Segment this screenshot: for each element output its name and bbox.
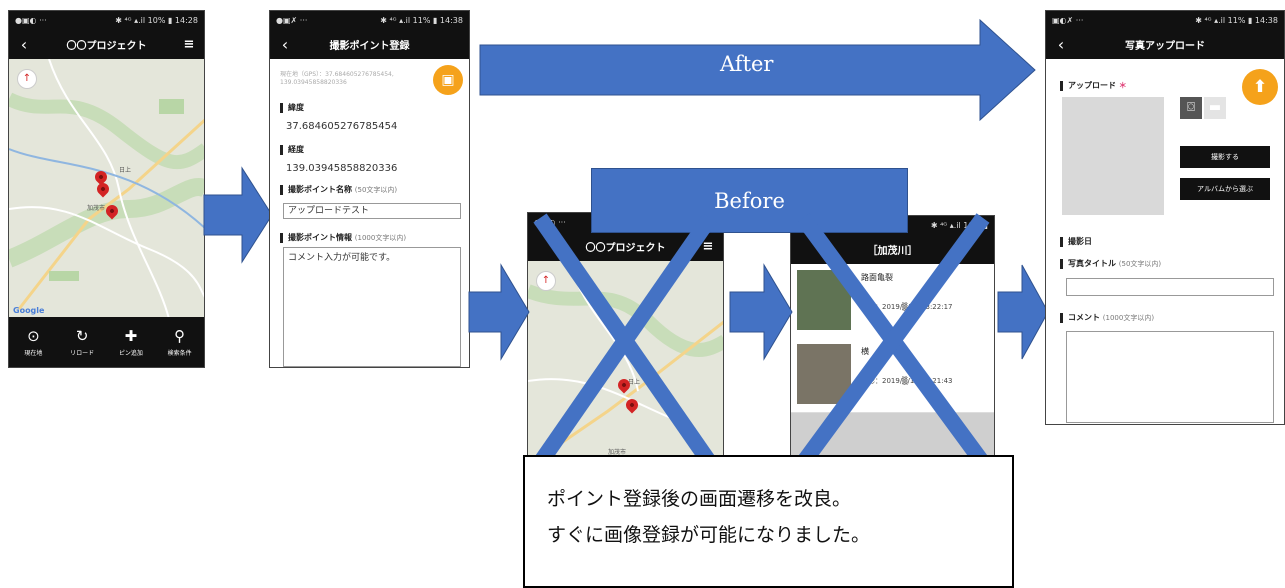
phone-point-registration: ●▣✗ ··· ✱ ⁴ᴳ ▴.il 11% ▮ 14:38 ‹ 撮影ポイント登録 … (269, 10, 470, 368)
back-icon[interactable]: ‹ (1046, 35, 1076, 54)
location-icon: ⊙ (27, 327, 40, 345)
app-bar: ‹ 〇〇プロジェクト ≡ (9, 29, 204, 59)
nav-label: 現在地 (24, 350, 43, 357)
shoot-button[interactable]: 撮影する (1180, 146, 1270, 168)
comment-textarea[interactable] (1066, 331, 1274, 423)
flow-arrow (468, 263, 530, 361)
latitude-value: 37.684605276785454 (286, 121, 398, 132)
nav-label: リロード (70, 350, 95, 357)
status-bar: ●▣✗ ··· ✱ ⁴ᴳ ▴.il 11% ▮ 14:38 (270, 11, 469, 29)
flow-arrow (997, 264, 1049, 360)
menu-icon[interactable]: ≡ (174, 37, 204, 52)
caption-callout: ポイント登録後の画面遷移を改良。 すぐに画像登録が可能になりました。 (523, 455, 1014, 588)
point-name-label: 撮影ポイント名称 (50文字以内) (280, 185, 397, 195)
nav-label: ピン追加 (118, 350, 143, 357)
back-icon[interactable]: ‹ (270, 35, 300, 54)
flow-arrow (729, 263, 793, 361)
cross-mark (796, 213, 990, 468)
app-title: 〇〇プロジェクト (66, 40, 147, 52)
cross-mark (533, 213, 717, 468)
point-info-textarea[interactable]: コメント入力が可能です。 (283, 247, 461, 367)
map-label: 日上 (119, 167, 132, 174)
after-label: After (720, 52, 774, 76)
camera-icon[interactable]: ⌼ (1180, 97, 1202, 119)
phone-photo-upload: ▣◐✗ ··· ✱ ⁴ᴳ ▴.il 11% ▮ 14:38 ‹ 写真アップロード … (1045, 10, 1285, 425)
folder-icon[interactable]: ▬ (1204, 97, 1226, 119)
app-title: 写真アップロード (1125, 40, 1205, 52)
flow-arrow (203, 166, 273, 264)
required-mark: ＊ (1118, 81, 1127, 90)
caption-line: ポイント登録後の画面遷移を改良。 (547, 488, 852, 510)
add-pin-icon: ✚ (124, 327, 138, 345)
status-bar: ▣◐✗ ··· ✱ ⁴ᴳ ▴.il 11% ▮ 14:38 (1046, 11, 1284, 29)
photo-title-label: 写真タイトル (50文字以内) (1060, 259, 1161, 269)
nav-add-pin[interactable]: ✚ ピン追加 (107, 317, 156, 367)
app-bar: ‹ 撮影ポイント登録 (270, 29, 469, 59)
photo-preview (1062, 97, 1164, 215)
back-icon[interactable]: ‹ (9, 35, 39, 54)
nav-current-location[interactable]: ⊙ 現在地 (9, 317, 58, 367)
save-button[interactable]: ▣ (433, 65, 463, 95)
save-icon: ▣ (441, 72, 455, 88)
upload-label: アップロード ＊ (1060, 81, 1127, 91)
longitude-label: 経度 (280, 145, 304, 155)
point-name-input[interactable]: アップロードテスト (283, 203, 461, 219)
shoot-date-label: 撮影日 (1060, 237, 1092, 247)
status-bar: ●▣◐ ··· ✱ ⁴ᴳ ▴.il 10% ▮ 14:28 (9, 11, 204, 29)
map-view[interactable]: ↑ 日上 加茂市 Google (9, 59, 204, 319)
app-title: 撮影ポイント登録 (329, 40, 410, 52)
latitude-label: 緯度 (280, 103, 304, 113)
compass-icon[interactable]: ↑ (17, 69, 37, 89)
map-label: 加茂市 (87, 205, 106, 212)
caption-line: すぐに画像登録が可能になりました。 (547, 524, 871, 546)
search-icon: ⚲ (174, 327, 186, 345)
nav-search-conditions[interactable]: ⚲ 検索条件 (155, 317, 204, 367)
photo-title-input[interactable] (1066, 278, 1274, 296)
nav-reload[interactable]: ↻ リロード (58, 317, 107, 367)
longitude-value: 139.03945858820336 (286, 163, 398, 174)
comment-label: コメント (1000文字以内) (1060, 313, 1154, 323)
gps-info: 現在地（GPS）：37.684605276785454, 139.0394585… (280, 71, 394, 86)
upload-icon: ⬆ (1252, 77, 1268, 97)
nav-label: 検索条件 (167, 350, 192, 357)
album-button[interactable]: アルバムから選ぶ (1180, 178, 1270, 200)
upload-button[interactable]: ⬆ (1242, 69, 1278, 105)
app-bar: ‹ 写真アップロード (1046, 29, 1284, 59)
google-logo: Google (13, 306, 45, 315)
bottom-nav: ⊙ 現在地 ↻ リロード ✚ ピン追加 ⚲ 検索条件 (9, 317, 204, 367)
phone-map-screen: ●▣◐ ··· ✱ ⁴ᴳ ▴.il 10% ▮ 14:28 ‹ 〇〇プロジェクト … (8, 10, 205, 368)
point-info-label: 撮影ポイント情報 (1000文字以内) (280, 233, 406, 243)
reload-icon: ↻ (75, 327, 89, 345)
